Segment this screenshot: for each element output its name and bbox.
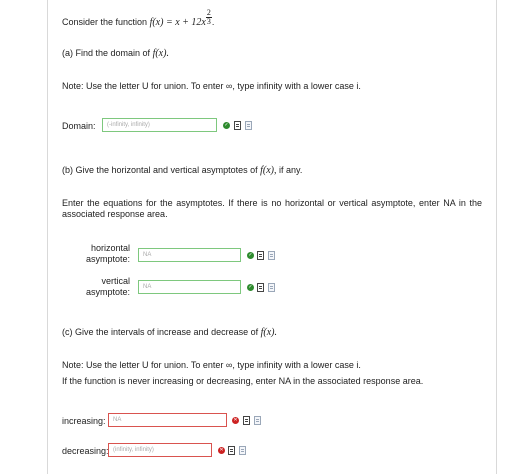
- function-expression: f(x) = x + 12x: [149, 16, 206, 28]
- page-icon[interactable]: [268, 283, 275, 292]
- part-b-heading: (b) Give the horizontal and vertical asy…: [62, 165, 302, 176]
- part-c-heading-math: f(x).: [260, 327, 278, 338]
- exponent-denominator: 3: [206, 17, 211, 26]
- horizontal-label-line2: asymptote:: [85, 254, 130, 264]
- right-border: [496, 0, 497, 474]
- increasing-label: increasing:: [62, 416, 106, 426]
- horizontal-asymptote-label: horizontal asymptote:: [70, 243, 130, 265]
- document-icon[interactable]: [257, 283, 264, 292]
- domain-label: Domain:: [62, 121, 96, 131]
- intro-text: Consider the function: [62, 16, 148, 27]
- part-b-heading-suffix: if any.: [279, 165, 303, 175]
- vertical-asymptote-input[interactable]: NA: [138, 280, 241, 294]
- check-icon: ✓: [223, 122, 230, 129]
- page-icon[interactable]: [268, 251, 275, 260]
- document-icon[interactable]: [234, 121, 241, 130]
- horizontal-asymptote-input[interactable]: NA: [138, 248, 241, 262]
- intro-suffix: .: [211, 16, 215, 27]
- part-a-heading-math: f(x).: [152, 48, 169, 59]
- document-icon[interactable]: [243, 416, 250, 425]
- part-a-heading-text: (a) Find the domain of: [62, 48, 151, 58]
- part-c-heading: (c) Give the intervals of increase and d…: [62, 327, 277, 338]
- x-icon: ✕: [232, 417, 239, 424]
- check-icon: ✓: [247, 284, 254, 291]
- page-icon[interactable]: [254, 416, 261, 425]
- document-icon[interactable]: [257, 251, 264, 260]
- domain-input[interactable]: (-infinity, infinity): [102, 118, 217, 132]
- page-icon[interactable]: [239, 446, 246, 455]
- exponent-fraction: 23: [205, 9, 212, 26]
- part-a-heading: (a) Find the domain of f(x).: [62, 48, 169, 59]
- check-icon: ✓: [247, 252, 254, 259]
- vertical-asymptote-label: vertical asymptote:: [70, 276, 130, 298]
- part-c-heading-text: (c) Give the intervals of increase and d…: [62, 327, 259, 337]
- page-icon[interactable]: [245, 121, 252, 130]
- problem-intro: Consider the function f(x) = x + 12x 2 3.: [62, 9, 215, 31]
- part-b-instructions: Enter the equations for the asymptotes. …: [62, 198, 482, 219]
- document-icon[interactable]: [228, 446, 235, 455]
- increasing-input[interactable]: NA: [108, 413, 227, 427]
- horizontal-label-line1: horizontal: [90, 243, 130, 253]
- vertical-label-line2: asymptote:: [85, 287, 130, 297]
- decreasing-input[interactable]: (infinity, infinity): [108, 443, 212, 457]
- part-b-heading-text: (b) Give the horizontal and vertical asy…: [62, 165, 258, 175]
- decreasing-label: decreasing:: [62, 446, 109, 456]
- vertical-label-line1: vertical: [101, 276, 130, 286]
- part-b-heading-math: f(x),: [260, 165, 277, 176]
- part-c-never-note: If the function is never increasing or d…: [62, 376, 424, 386]
- x-icon: ✕: [218, 447, 225, 454]
- left-border: [47, 0, 48, 474]
- part-a-note: Note: Use the letter U for union. To ent…: [62, 81, 361, 91]
- part-c-note: Note: Use the letter U for union. To ent…: [62, 360, 361, 370]
